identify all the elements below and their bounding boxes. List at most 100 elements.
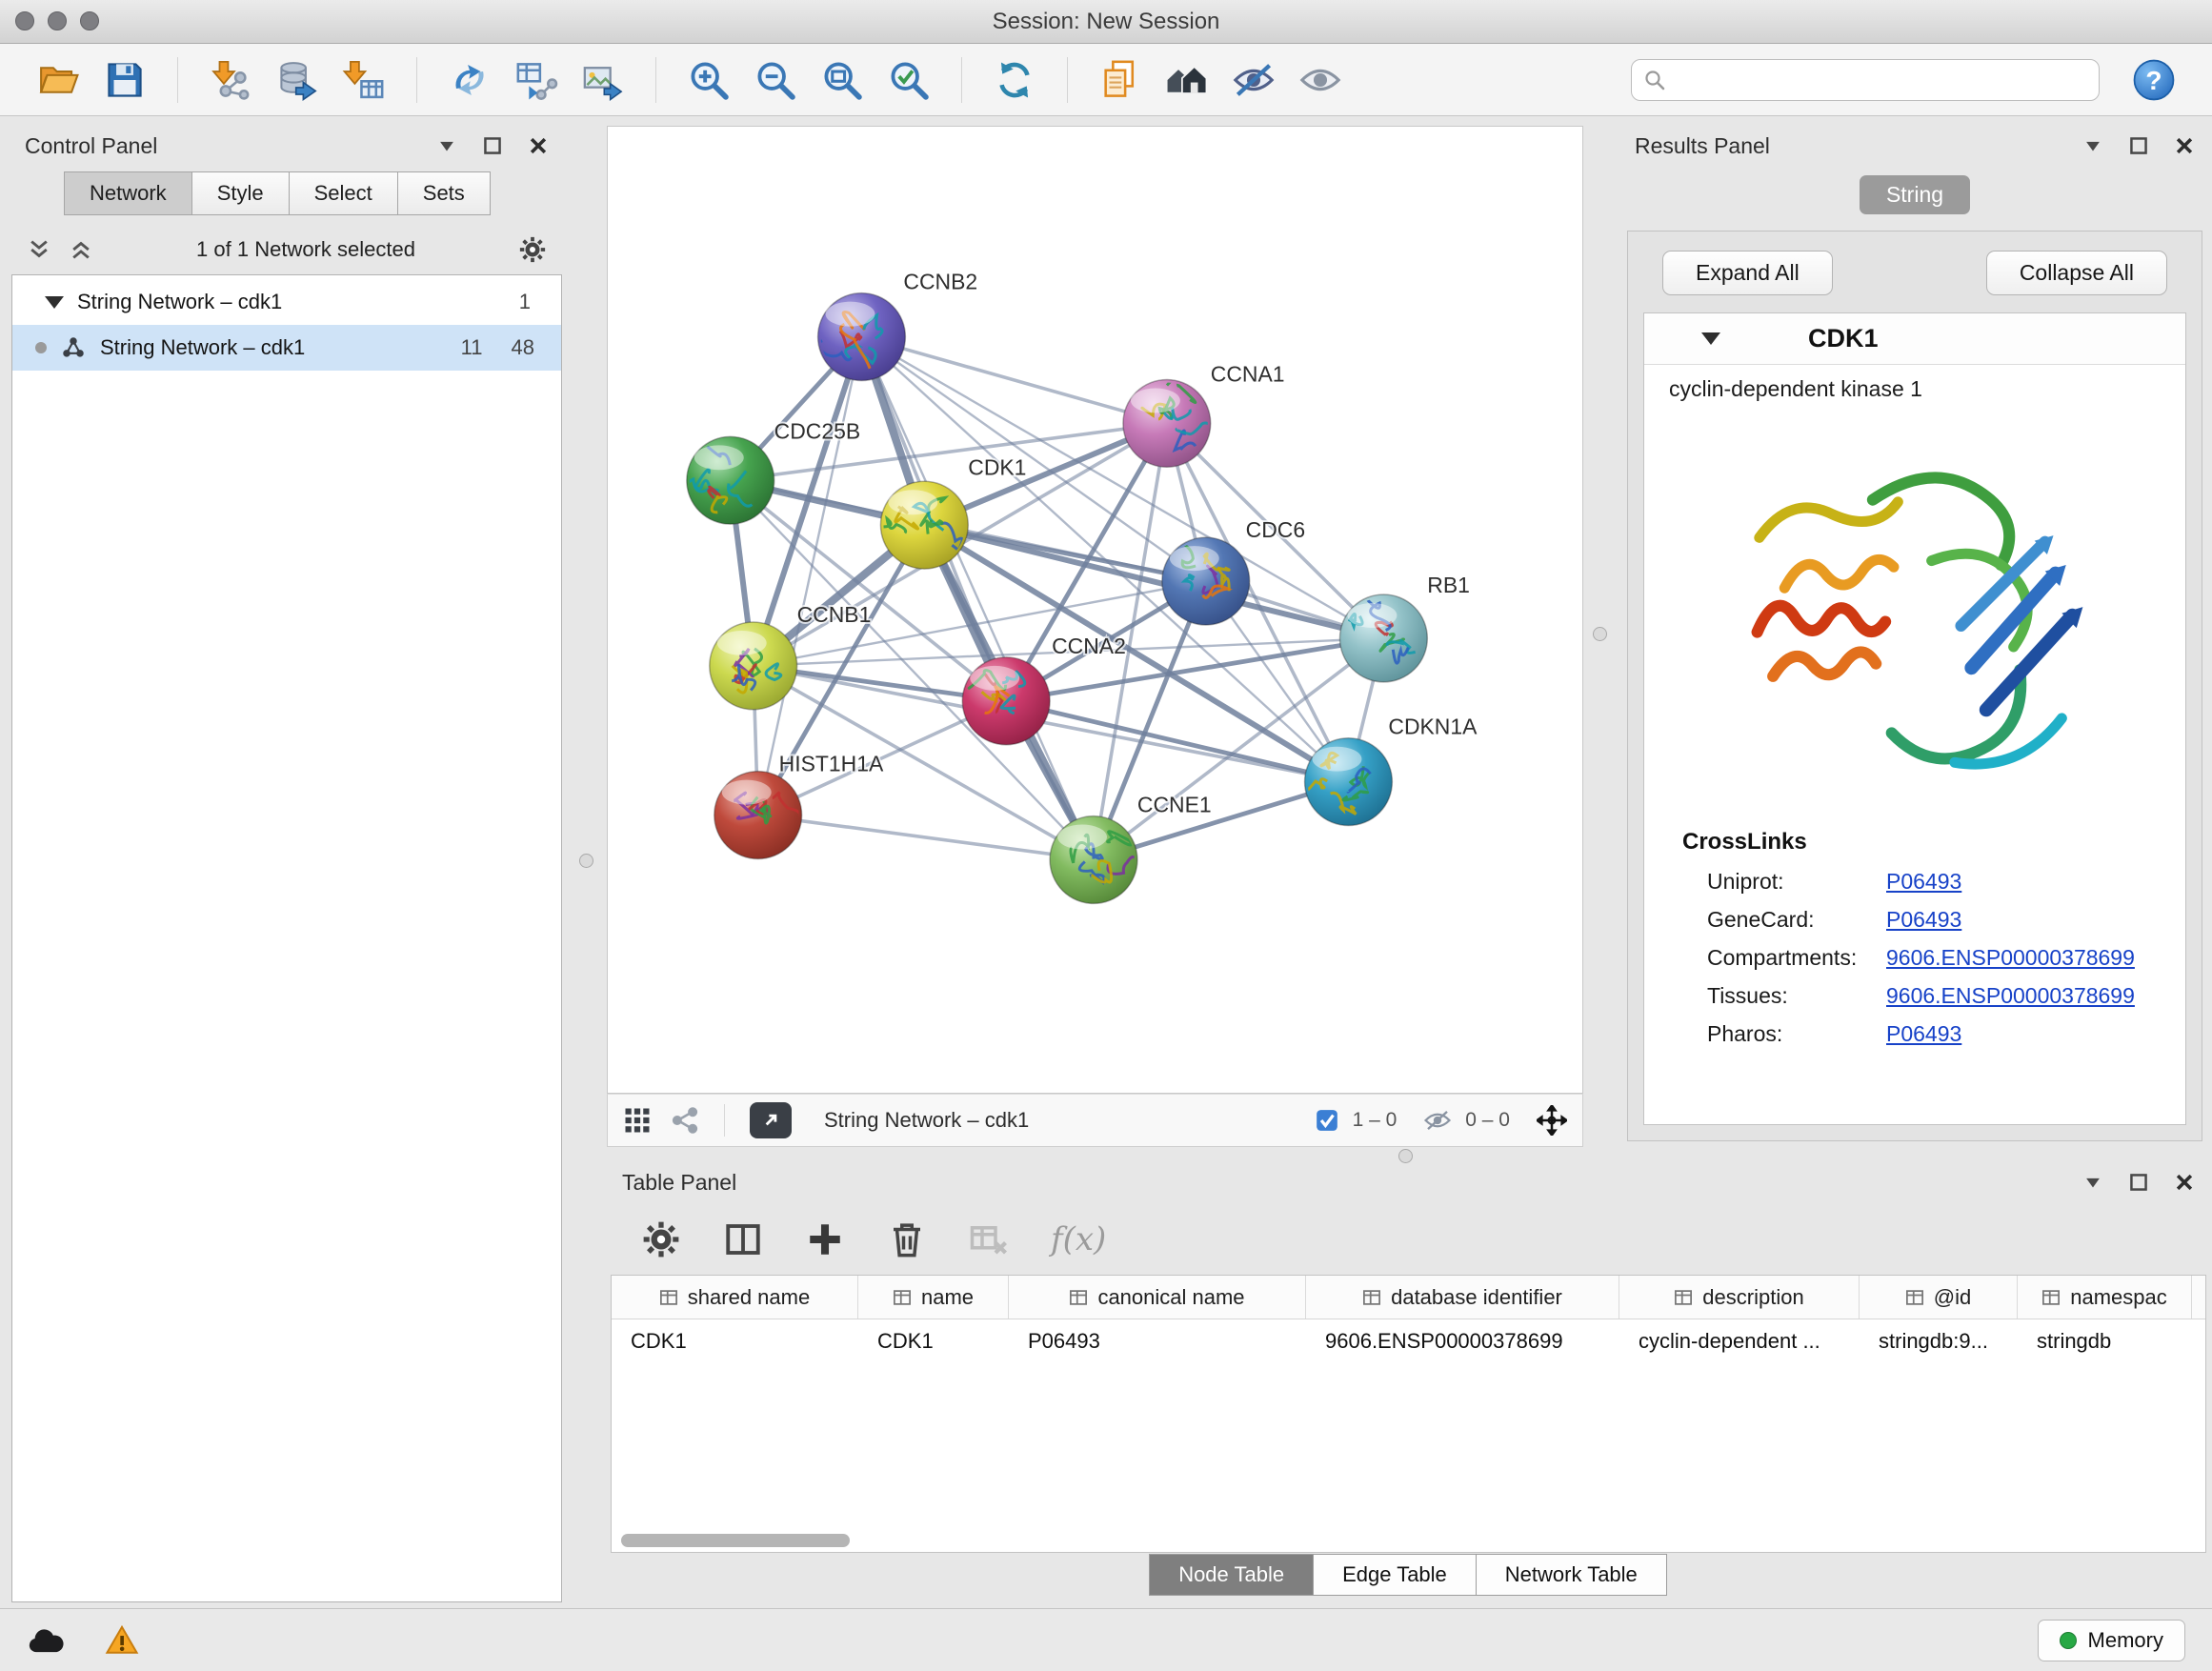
- cell-description[interactable]: cyclin-dependent ...: [1619, 1319, 1860, 1363]
- expand-all-networks-icon[interactable]: [27, 237, 51, 262]
- collection-expander-icon[interactable]: [45, 296, 64, 309]
- cell--id[interactable]: stringdb:9...: [1860, 1319, 2018, 1363]
- pan-crosshair-icon[interactable]: [1537, 1105, 1567, 1136]
- protein-card-header[interactable]: CDK1: [1644, 313, 2185, 365]
- float-panel-icon[interactable]: [436, 135, 457, 156]
- tab-network-table[interactable]: Network Table: [1476, 1554, 1667, 1596]
- cell-shared-name[interactable]: CDK1: [612, 1319, 858, 1363]
- close-panel-icon[interactable]: [2174, 1172, 2195, 1193]
- save-session-icon[interactable]: [99, 54, 151, 106]
- column-header-label: shared name: [688, 1285, 810, 1310]
- crosslink-link[interactable]: P06493: [1886, 1021, 1961, 1047]
- node-CDKN1A[interactable]: CDKN1A: [1301, 715, 1478, 826]
- table-horizontal-scrollbar[interactable]: [612, 1529, 2205, 1552]
- column-header-database-identifier[interactable]: database identifier: [1306, 1276, 1619, 1319]
- cell-namespac[interactable]: stringdb: [2018, 1319, 2192, 1363]
- import-network-from-file-icon[interactable]: [205, 54, 256, 106]
- float-panel-icon[interactable]: [2082, 135, 2103, 156]
- cell-canonical-name[interactable]: P06493: [1009, 1319, 1306, 1363]
- memory-button[interactable]: Memory: [2038, 1620, 2185, 1661]
- tab-network[interactable]: Network: [64, 171, 192, 215]
- edge-CCNB2-HIST1H1A[interactable]: [758, 337, 862, 815]
- tab-node-table[interactable]: Node Table: [1149, 1554, 1314, 1596]
- node-HIST1H1A[interactable]: HIST1H1A: [714, 752, 884, 859]
- network-options-gear-icon[interactable]: [518, 235, 547, 264]
- search-input[interactable]: [1676, 68, 2087, 92]
- close-panel-icon[interactable]: [2174, 135, 2195, 156]
- tab-edge-table[interactable]: Edge Table: [1313, 1554, 1477, 1596]
- edge-CCNA2-CDKN1A[interactable]: [1006, 701, 1348, 782]
- node-CCNA1[interactable]: CCNA1: [1123, 361, 1285, 467]
- maximize-panel-icon[interactable]: [482, 135, 503, 156]
- cell-name[interactable]: CDK1: [858, 1319, 1009, 1363]
- string-network-graph[interactable]: CCNB2CCNA1CDC25BCDK1CDC6RB1CCNB1CCNA2CDK…: [608, 127, 1582, 1093]
- window-title: Session: New Session: [0, 0, 2212, 44]
- tab-select[interactable]: Select: [289, 171, 398, 215]
- tab-string[interactable]: String: [1860, 175, 1970, 214]
- vertical-splitter-handle[interactable]: [1593, 627, 1607, 641]
- network-table-icon[interactable]: [511, 54, 562, 106]
- node-RB1[interactable]: RB1: [1339, 573, 1469, 682]
- duplicate-session-icon[interactable]: [1095, 54, 1146, 106]
- edge-CCNB2-CCNE1[interactable]: [861, 337, 1094, 860]
- network-share-icon[interactable]: [671, 1106, 699, 1135]
- import-network-from-database-icon[interactable]: [271, 54, 323, 106]
- table-options-gear-icon[interactable]: [641, 1219, 681, 1259]
- tab-sets[interactable]: Sets: [397, 171, 491, 215]
- crosslink-link[interactable]: 9606.ENSP00000378699: [1886, 945, 2135, 971]
- delete-column-icon[interactable]: [887, 1219, 927, 1259]
- import-table-icon[interactable]: [338, 54, 390, 106]
- function-builder-icon[interactable]: f(x): [1051, 1220, 1106, 1258]
- zoom-fit-icon[interactable]: [816, 54, 868, 106]
- show-panel-icon[interactable]: [1295, 54, 1346, 106]
- warning-icon[interactable]: [103, 1624, 141, 1657]
- hidden-eye-icon[interactable]: [1423, 1106, 1452, 1135]
- protein-expander-icon[interactable]: [1701, 332, 1720, 345]
- network-view-canvas[interactable]: CCNB2CCNA1CDC25BCDK1CDC6RB1CCNB1CCNA2CDK…: [607, 126, 1583, 1094]
- refresh-view-icon[interactable]: [989, 54, 1040, 106]
- horizontal-splitter-handle[interactable]: [1398, 1149, 1413, 1163]
- edge-CCNE1-HIST1H1A[interactable]: [758, 815, 1094, 860]
- show-columns-icon[interactable]: [723, 1219, 763, 1259]
- birdseye-view-icon[interactable]: [623, 1106, 652, 1135]
- collapse-all-networks-icon[interactable]: [69, 237, 93, 262]
- crosslink-link[interactable]: 9606.ENSP00000378699: [1886, 983, 2135, 1009]
- home-icon[interactable]: [1161, 54, 1213, 106]
- node-CCNE1[interactable]: CCNE1: [1050, 793, 1212, 904]
- column-header-name[interactable]: name: [858, 1276, 1009, 1319]
- export-image-icon[interactable]: [577, 54, 629, 106]
- zoom-selected-icon[interactable]: [883, 54, 935, 106]
- node-CDC6[interactable]: CDC6: [1162, 517, 1305, 625]
- column-header-namespac[interactable]: namespac: [2018, 1276, 2192, 1319]
- expand-all-button[interactable]: Expand All: [1662, 251, 1833, 295]
- float-panel-icon[interactable]: [2082, 1172, 2103, 1193]
- search-box[interactable]: [1631, 59, 2100, 101]
- add-column-icon[interactable]: [805, 1219, 845, 1259]
- column-header-canonical-name[interactable]: canonical name: [1009, 1276, 1306, 1319]
- tab-style[interactable]: Style: [191, 171, 290, 215]
- column-header-description[interactable]: description: [1619, 1276, 1860, 1319]
- crosslink-link[interactable]: P06493: [1886, 907, 1961, 933]
- close-panel-icon[interactable]: [528, 135, 549, 156]
- collapse-all-button[interactable]: Collapse All: [1986, 251, 2167, 295]
- node-table-row[interactable]: CDK1CDK1P064939606.ENSP00000378699cyclin…: [612, 1319, 2205, 1363]
- maximize-panel-icon[interactable]: [2128, 1172, 2149, 1193]
- column-header-shared-name[interactable]: shared name: [612, 1276, 858, 1319]
- cell-database-identifier[interactable]: 9606.ENSP00000378699: [1306, 1319, 1619, 1363]
- vertical-splitter-handle[interactable]: [579, 854, 593, 868]
- scrollbar-thumb[interactable]: [621, 1534, 850, 1547]
- network-tools-icon[interactable]: [444, 54, 495, 106]
- cloud-icon[interactable]: [27, 1624, 65, 1657]
- network-row[interactable]: String Network – cdk1 11 48: [12, 325, 561, 371]
- column-header--id[interactable]: @id: [1860, 1276, 2018, 1319]
- crosslink-link[interactable]: P06493: [1886, 869, 1961, 895]
- open-session-icon[interactable]: [32, 54, 84, 106]
- zoom-out-icon[interactable]: [750, 54, 801, 106]
- hide-panel-icon[interactable]: [1228, 54, 1279, 106]
- open-in-new-window-button[interactable]: [750, 1102, 792, 1138]
- zoom-in-icon[interactable]: [683, 54, 734, 106]
- selected-checkbox-icon[interactable]: [1315, 1108, 1339, 1133]
- maximize-panel-icon[interactable]: [2128, 135, 2149, 156]
- help-icon[interactable]: ?: [2128, 54, 2180, 106]
- network-collection-row[interactable]: String Network – cdk1 1: [12, 279, 561, 325]
